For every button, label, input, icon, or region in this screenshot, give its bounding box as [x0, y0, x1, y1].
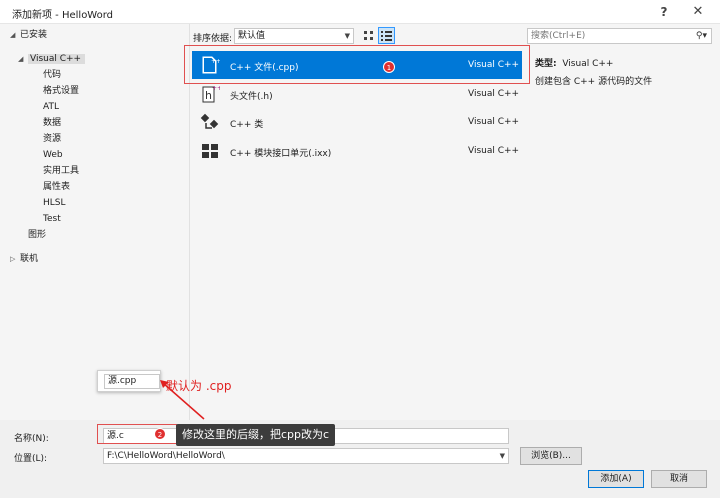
tree-item-hlsl[interactable]: HLSL: [43, 196, 66, 210]
module-icon: [202, 144, 218, 158]
tree-item-formatting[interactable]: 格式设置: [43, 84, 79, 98]
tree-item-graphics[interactable]: 图形: [28, 228, 46, 242]
callout-arrow-icon: [160, 380, 205, 420]
type-info: 类型: Visual C++: [535, 59, 614, 69]
tree-item-resources[interactable]: 资源: [43, 132, 61, 146]
tree-item-installed[interactable]: ◢ 已安装: [10, 28, 47, 42]
grid-view-button[interactable]: [360, 27, 377, 44]
name-label: 名称(N):: [14, 434, 49, 444]
tree-item-online[interactable]: ▷ 联机: [10, 252, 38, 266]
cancel-button[interactable]: 取消: [651, 470, 707, 488]
tree-item-data[interactable]: 数据: [43, 116, 61, 130]
search-icon[interactable]: ⚲▾: [696, 29, 707, 43]
template-item-cpp-class[interactable]: C++ 类 Visual C++: [192, 108, 522, 136]
template-description: 创建包含 C++ 源代码的文件: [535, 77, 653, 87]
step-badge-2: 2: [154, 428, 166, 440]
step-badge-1: 1: [383, 61, 395, 73]
location-dropdown[interactable]: F:\C\HelloWord\HelloWord\ ▼: [103, 448, 509, 464]
svg-text:++: ++: [212, 85, 220, 92]
collapsed-arrow-icon: ▷: [10, 255, 16, 263]
default-name-callout: 源.cpp: [97, 370, 161, 392]
sort-label: 排序依据:: [193, 34, 233, 44]
window-title: 添加新项 - HelloWord: [12, 10, 114, 21]
chevron-down-icon: ▼: [344, 32, 350, 40]
close-button[interactable]: ✕: [686, 2, 710, 22]
template-item-header-file[interactable]: h ++ 头文件(.h) Visual C++: [192, 80, 522, 108]
help-button[interactable]: ?: [652, 2, 676, 22]
tree-item-visual-cpp[interactable]: ◢ Visual C++: [18, 52, 86, 66]
instruction-tooltip: 修改这里的后缀，把cpp改为c: [176, 424, 336, 446]
template-item-module-unit[interactable]: C++ 模块接口单元(.ixx) Visual C++: [192, 137, 522, 165]
tree-item-web[interactable]: Web: [43, 148, 63, 162]
expanded-arrow-icon: ◢: [18, 55, 24, 63]
location-label: 位置(L):: [14, 454, 48, 464]
add-button[interactable]: 添加(A): [588, 470, 644, 488]
highlight-box-template: [184, 45, 530, 84]
list-view-button[interactable]: [378, 27, 395, 44]
list-view-icon: [381, 31, 392, 41]
tree-item-code[interactable]: 代码: [43, 68, 61, 82]
tree-item-atl[interactable]: ATL: [43, 100, 59, 114]
tree-item-utilities[interactable]: 实用工具: [43, 164, 79, 178]
grid-view-icon: [364, 31, 373, 40]
sort-dropdown[interactable]: 默认值 ▼: [234, 28, 354, 44]
tree-item-property-sheets[interactable]: 属性表: [43, 180, 70, 194]
browse-button[interactable]: 浏览(B)...: [520, 447, 582, 465]
category-tree: [0, 24, 190, 420]
class-icon: [200, 113, 219, 129]
svg-text:h: h: [205, 89, 212, 102]
search-input[interactable]: 搜索(Ctrl+E) ⚲▾: [527, 28, 712, 44]
chevron-down-icon: ▼: [499, 452, 505, 460]
tree-item-test[interactable]: Test: [43, 212, 61, 226]
expanded-arrow-icon: ◢: [10, 31, 16, 39]
title-bar: 添加新项 - HelloWord ? ✕: [0, 0, 720, 24]
default-name-value: 源.cpp: [104, 374, 160, 389]
header-file-icon: h ++: [202, 85, 220, 103]
